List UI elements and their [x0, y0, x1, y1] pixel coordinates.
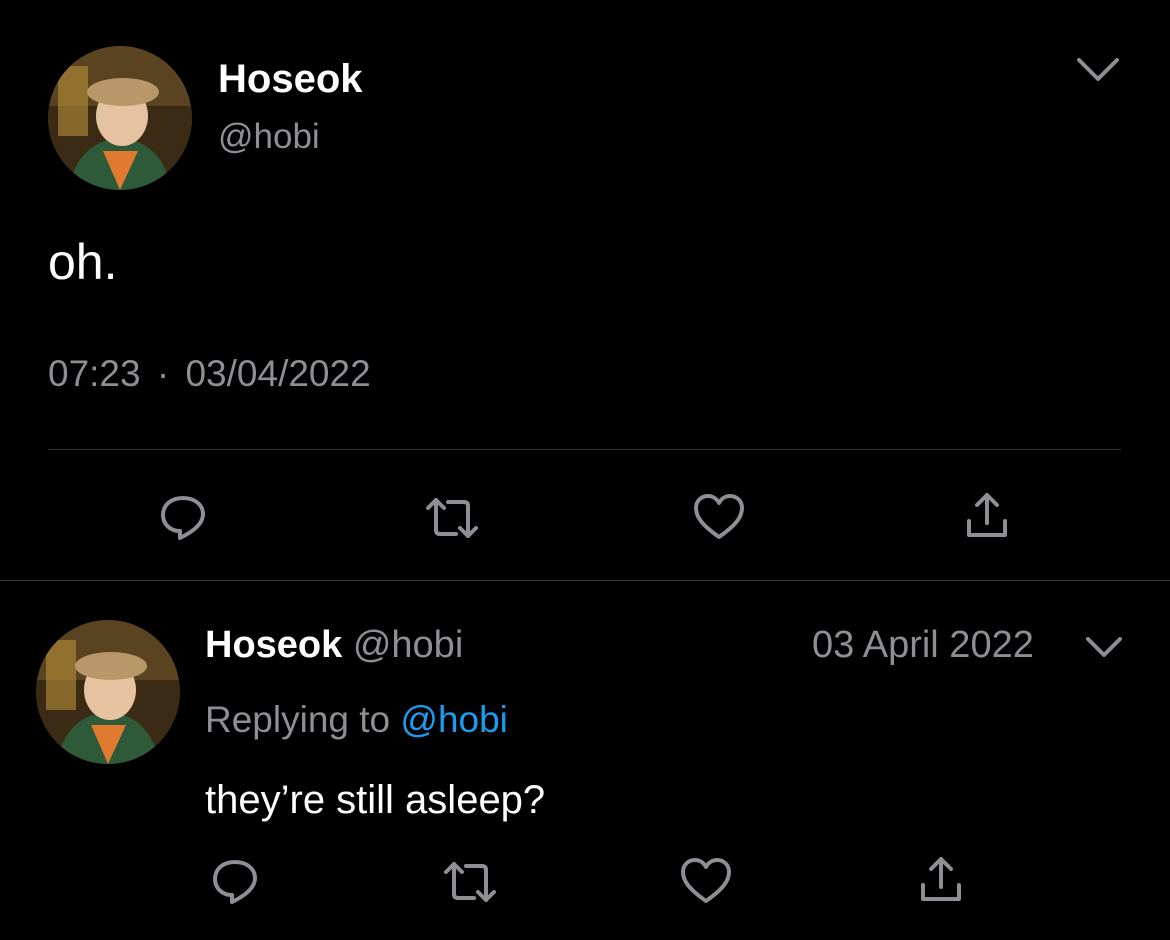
like-icon[interactable]	[691, 492, 747, 542]
replying-prefix: Replying to	[205, 699, 391, 740]
reply-icon[interactable]	[156, 490, 210, 544]
avatar-photo	[48, 46, 192, 190]
avatar-photo	[36, 620, 180, 764]
display-name[interactable]: Hoseok	[218, 56, 363, 102]
tweet-text: oh.	[48, 234, 118, 290]
reply-icon[interactable]	[208, 854, 262, 908]
timestamp-separator: ·	[156, 353, 170, 394]
retweet-icon[interactable]	[424, 494, 480, 542]
replying-handle-link[interactable]: @hobi	[400, 699, 508, 740]
chevron-down-icon[interactable]	[1082, 632, 1126, 662]
tweet-date: 03/04/2022	[185, 353, 371, 394]
handle[interactable]: @hobi	[218, 116, 320, 158]
retweet-icon[interactable]	[442, 858, 498, 906]
avatar[interactable]	[48, 46, 192, 190]
tweet-text: they’re still asleep?	[205, 778, 546, 822]
reply-header: Hoseok @hobi	[205, 622, 463, 668]
handle[interactable]: @hobi	[353, 624, 463, 666]
display-name[interactable]: Hoseok	[205, 624, 342, 666]
tweet-time: 07:23	[48, 353, 141, 394]
chevron-down-icon[interactable]	[1074, 50, 1122, 88]
avatar[interactable]	[36, 620, 180, 764]
like-icon[interactable]	[678, 856, 734, 906]
tweet-timestamp: 07:23 · 03/04/2022	[48, 352, 371, 396]
share-icon[interactable]	[916, 854, 966, 906]
replying-to: Replying to @hobi	[205, 698, 508, 742]
divider	[48, 449, 1121, 450]
share-icon[interactable]	[962, 490, 1012, 542]
divider	[0, 580, 1170, 581]
reply-date: 03 April 2022	[812, 624, 1034, 666]
